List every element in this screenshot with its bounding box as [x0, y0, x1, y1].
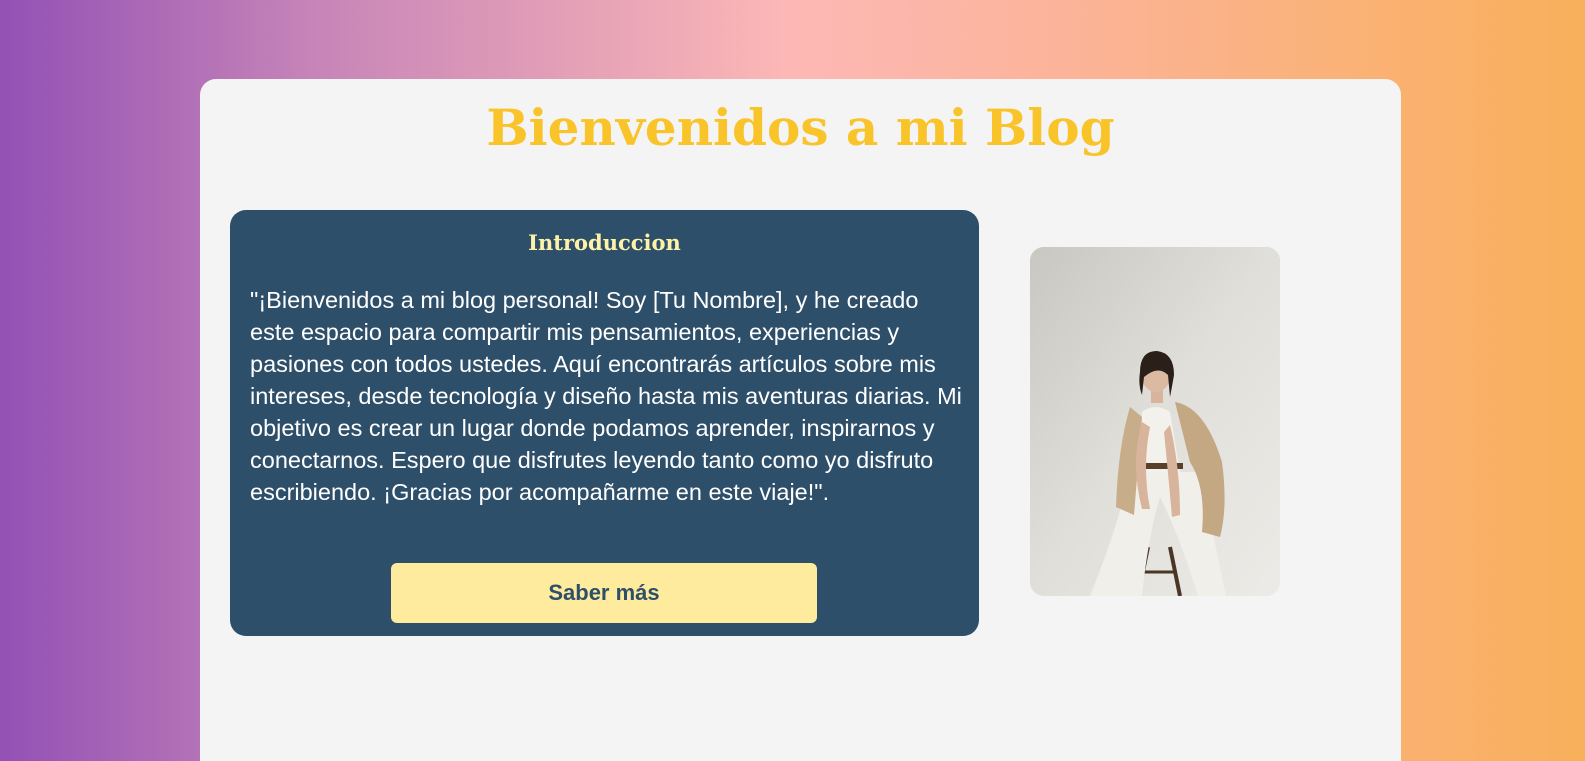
intro-text: "¡Bienvenidos a mi blog personal! Soy [T…	[250, 287, 962, 505]
saber-mas-button[interactable]: Saber más	[391, 563, 817, 623]
main-container: Bienvenidos a mi Blog Introduccion "¡Bie…	[200, 79, 1401, 761]
intro-card: Introduccion "¡Bienvenidos a mi blog per…	[230, 210, 979, 636]
page-title: Bienvenidos a mi Blog	[486, 98, 1115, 157]
profile-photo	[1030, 247, 1280, 596]
intro-heading: Introduccion	[528, 230, 681, 255]
woman-portrait-image	[1030, 247, 1280, 596]
